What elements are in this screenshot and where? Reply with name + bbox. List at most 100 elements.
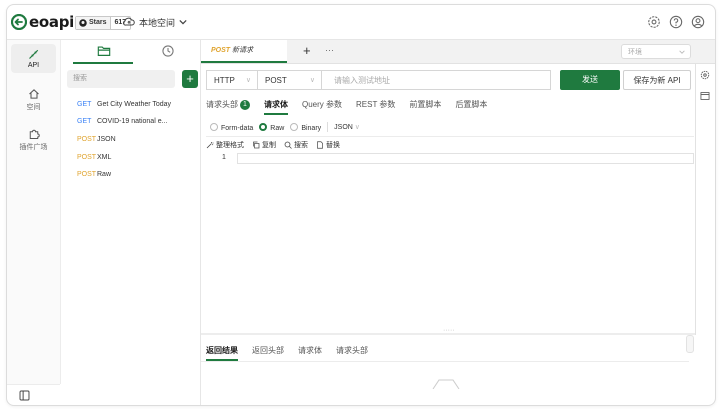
api-method: POST [77, 171, 97, 178]
radio-label: Form-data [221, 124, 254, 132]
format-label: 整理格式 [216, 142, 244, 149]
workspace-selector[interactable]: 本地空间 [123, 14, 187, 30]
api-icon [28, 49, 38, 59]
api-name: XML [97, 154, 112, 161]
raw-format-select[interactable]: JSON ∨ [334, 123, 360, 131]
chevron-down-icon: ∨ [354, 124, 360, 131]
editor-toolbar: 整理格式 复制 搜索 替换 [206, 136, 694, 153]
divider [327, 122, 329, 132]
radio-circle [259, 122, 268, 131]
environment-placeholder: 环境 [628, 49, 642, 56]
api-name: COVID-19 national e... [97, 118, 168, 125]
app-logo[interactable]: eoapi [11, 13, 74, 31]
tab-method: POST [211, 47, 231, 54]
more-tabs-button[interactable]: ··· [325, 45, 334, 55]
environment-select[interactable]: 环境 [621, 44, 691, 59]
tab-response-headers[interactable]: 返回头部 [252, 345, 284, 361]
rail-item-plugins[interactable]: 插件广场 [11, 128, 56, 152]
api-method: GET [77, 101, 92, 108]
logo-text: eoapi [29, 13, 74, 31]
protocol-value: HTTP [214, 76, 235, 85]
tab-request-body[interactable]: 请求体 [264, 96, 288, 115]
search-icon [284, 141, 292, 149]
radio-circle [290, 122, 299, 131]
api-method: POST [77, 154, 97, 161]
api-list-item[interactable]: POST XML [77, 154, 111, 161]
radio-binary[interactable]: Binary [290, 122, 322, 132]
history-icon[interactable] [161, 44, 175, 58]
line-number: 1 [222, 154, 226, 161]
tab-pre-script[interactable]: 前置脚本 [409, 96, 441, 113]
rail-label-space: 空间 [26, 104, 41, 111]
api-search-input[interactable]: 搜索 [67, 70, 175, 88]
rail-item-space[interactable]: 空间 [11, 88, 56, 112]
settings-icon[interactable] [647, 15, 661, 29]
tab-underline [73, 62, 133, 64]
api-list-item[interactable]: POST Raw [77, 171, 111, 178]
response-scrollbar[interactable] [686, 335, 694, 353]
tab-new-request[interactable]: POST 新请求 [201, 40, 287, 63]
raw-format-value: JSON [334, 124, 353, 131]
request-section-tabs: 请求头部 1 请求体 Query 参数 REST 参数 前置脚本 后置脚本 [206, 96, 487, 115]
folder-icon[interactable] [97, 44, 111, 58]
environment-settings-icon[interactable] [700, 70, 710, 80]
chevron-down-icon: ∨ [309, 77, 315, 84]
chevron-down-icon [179, 19, 187, 25]
replace-button[interactable]: 替换 [316, 140, 340, 150]
request-tab-bar: POST 新请求 + ··· 环境 [201, 40, 715, 64]
stars-label: Stars [89, 19, 107, 26]
tab-request-headers[interactable]: 请求头部 1 [206, 96, 250, 113]
tab-response-request-headers[interactable]: 请求头部 [336, 345, 368, 361]
url-bar: HTTP ∨ POST ∨ 请输入测试地址 [206, 70, 551, 90]
tab-response-result[interactable]: 返回结果 [206, 345, 238, 361]
send-button[interactable]: 发送 [560, 70, 620, 90]
user-icon[interactable] [691, 15, 705, 29]
code-generate-icon[interactable] [700, 91, 710, 101]
response-divider [201, 361, 689, 362]
radio-raw[interactable]: Raw [259, 122, 285, 132]
radio-label: Raw [270, 124, 285, 132]
github-icon [79, 19, 87, 27]
plugin-icon [29, 129, 40, 139]
replace-icon [317, 141, 323, 149]
radio-form-data[interactable]: Form-data [210, 122, 254, 132]
eoapi-logo-icon [11, 14, 27, 30]
url-input[interactable]: 请输入测试地址 [322, 70, 551, 90]
api-method: POST [77, 136, 97, 143]
copy-button[interactable]: 复制 [252, 140, 276, 150]
search-button[interactable]: 搜索 [284, 140, 308, 150]
app-window: eoapi Stars 617 本地空间 API 空间 插件广场 搜索 + GE… [6, 4, 716, 406]
magic-wand-icon [206, 142, 214, 149]
response-tabs: 返回结果 返回头部 请求体 请求头部 [206, 345, 368, 361]
search-label: 搜索 [294, 142, 308, 149]
api-name: JSON [97, 136, 116, 143]
tab-post-script[interactable]: 后置脚本 [455, 96, 487, 113]
empty-state-icon [432, 379, 460, 389]
api-method: GET [77, 118, 92, 125]
code-editor-line[interactable] [237, 153, 694, 164]
rail-item-api[interactable]: API [11, 44, 56, 73]
api-list-item[interactable]: GET Get City Weather Today [77, 101, 171, 108]
tab-response-request-body[interactable]: 请求体 [298, 345, 322, 361]
copy-icon [253, 141, 260, 149]
sidebar-toggle-icon[interactable] [19, 390, 30, 401]
api-list-item[interactable]: POST JSON [77, 136, 116, 143]
help-icon[interactable] [669, 15, 683, 29]
copy-label: 复制 [262, 142, 276, 149]
add-api-button[interactable]: + [182, 70, 198, 88]
rail-label-api: API [27, 62, 40, 69]
tab-rest-params[interactable]: REST 参数 [356, 96, 395, 113]
protocol-select[interactable]: HTTP ∨ [206, 70, 258, 90]
tab-query-params[interactable]: Query 参数 [302, 96, 342, 113]
workspace-label: 本地空间 [139, 17, 176, 28]
format-button[interactable]: 整理格式 [206, 140, 244, 150]
api-name: Get City Weather Today [97, 101, 172, 108]
headers-count-badge: 1 [240, 100, 250, 110]
method-select[interactable]: POST ∨ [258, 70, 322, 90]
save-as-new-api-button[interactable]: 保存为新 API [623, 70, 691, 90]
radio-label: Binary [301, 124, 322, 132]
tab-label: 请求头部 [206, 100, 238, 109]
replace-label: 替换 [326, 142, 340, 149]
api-list-item[interactable]: GET COVID-19 national e... [77, 118, 167, 125]
add-tab-button[interactable]: + [303, 43, 311, 58]
